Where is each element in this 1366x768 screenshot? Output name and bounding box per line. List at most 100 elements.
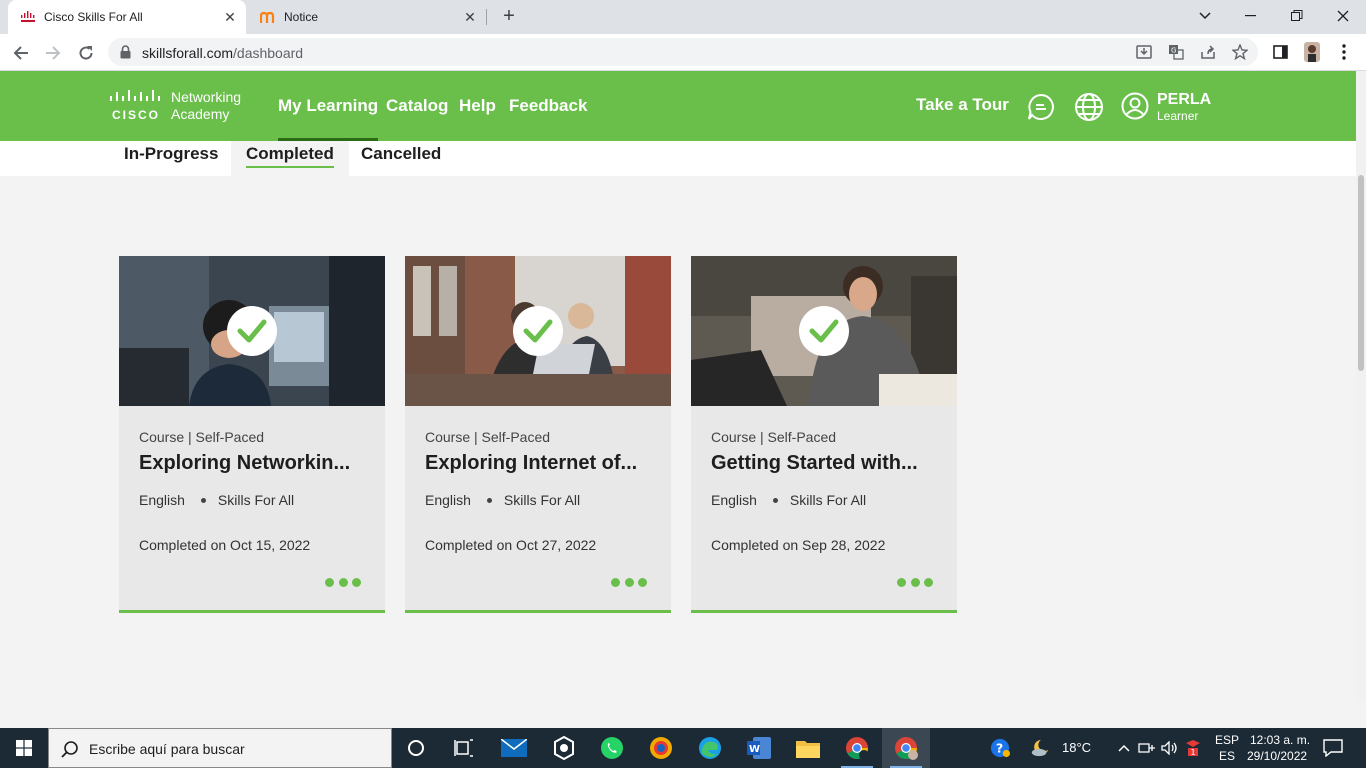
svg-text:?: ? (996, 741, 1003, 756)
install-app-icon[interactable] (1134, 43, 1154, 61)
keyboard-layout[interactable]: ES (1219, 749, 1235, 763)
cisco-networking-academy-logo[interactable]: CISCO Networking Academy (109, 89, 249, 125)
nav-catalog[interactable]: Catalog (386, 71, 448, 141)
search-icon (61, 740, 79, 763)
course-language-provider: English Skills For All (139, 492, 295, 508)
tab-cancelled[interactable]: Cancelled (346, 141, 456, 176)
show-hidden-icons-chevron-icon[interactable] (1114, 738, 1134, 758)
address-bar[interactable]: skillsforall.com/dashboard G (108, 38, 1258, 66)
cortana-icon[interactable] (392, 728, 440, 768)
clock-date[interactable]: 29/10/2022 (1247, 749, 1307, 763)
take-a-tour-link[interactable]: Take a Tour (916, 95, 1009, 115)
nav-my-learning[interactable]: My Learning (278, 71, 379, 141)
completed-check-icon (799, 306, 849, 356)
antivirus-icon[interactable]: 1 (1183, 738, 1203, 758)
more-options-icon[interactable] (897, 577, 933, 587)
nav-feedback[interactable]: Feedback (509, 71, 587, 141)
user-role: Learner (1157, 109, 1199, 123)
tab-cisco-skills[interactable]: Cisco Skills For All ✕ (8, 0, 246, 34)
cisco-favicon-icon (20, 9, 36, 25)
site-header: CISCO Networking Academy My Learning Cat… (0, 71, 1356, 141)
course-language-provider: English Skills For All (711, 492, 867, 508)
separator-dot (486, 497, 492, 503)
completion-date: Completed on Oct 27, 2022 (425, 537, 597, 553)
weather-moon-icon[interactable] (1030, 738, 1050, 758)
notifications-icon[interactable] (1323, 738, 1343, 758)
svg-text:1: 1 (1191, 748, 1196, 757)
url-text: skillsforall.com/dashboard (142, 45, 304, 61)
chrome-menu-icon[interactable] (1334, 42, 1354, 62)
cisco-bars-icon (110, 90, 160, 101)
search-placeholder: Escribe aquí para buscar (89, 741, 245, 757)
whatsapp-icon[interactable] (588, 728, 636, 768)
cisco-wordmark: CISCO (112, 108, 161, 122)
volume-icon[interactable] (1160, 738, 1180, 758)
learning-status-tabs: In-Progress Completed Cancelled (0, 141, 1356, 176)
globe-icon[interactable] (1074, 92, 1104, 122)
network-icon[interactable] (1137, 738, 1157, 758)
close-tab-icon[interactable]: ✕ (462, 9, 478, 25)
course-type: Course | Self-Paced (425, 429, 551, 445)
translate-icon[interactable]: G (1166, 43, 1186, 61)
course-card[interactable]: Course | Self-Paced Exploring Networkin.… (119, 256, 385, 613)
more-options-icon[interactable] (611, 577, 647, 587)
chrome-profile-icon[interactable] (882, 728, 930, 768)
new-tab-icon[interactable]: + (498, 5, 520, 27)
scrollbar-thumb[interactable] (1358, 175, 1364, 371)
course-card[interactable]: Course | Self-Paced Exploring Internet o… (405, 256, 671, 613)
restore-icon[interactable] (1284, 4, 1310, 28)
active-tab-underline (246, 166, 334, 168)
minimize-icon[interactable] (1238, 4, 1264, 28)
weather-temperature[interactable]: 18°C (1062, 740, 1091, 755)
course-language-provider: English Skills For All (425, 492, 581, 508)
taskbar-search-input[interactable]: Escribe aquí para buscar (48, 728, 392, 768)
nav-help[interactable]: Help (459, 71, 496, 141)
close-window-icon[interactable] (1330, 4, 1356, 28)
tab-notice[interactable]: Notice ✕ (248, 0, 486, 34)
lock-icon[interactable] (120, 45, 131, 64)
mail-icon[interactable] (490, 728, 538, 768)
course-title[interactable]: Getting Started with... (711, 452, 918, 475)
forward-arrow-icon[interactable] (40, 40, 66, 66)
course-title[interactable]: Exploring Networkin... (139, 452, 350, 475)
more-options-icon[interactable] (325, 577, 361, 587)
close-tab-icon[interactable]: ✕ (222, 9, 238, 25)
share-icon[interactable] (1198, 43, 1218, 61)
browser-toolbar: skillsforall.com/dashboard G (0, 34, 1366, 71)
github-desktop-icon[interactable] (540, 728, 588, 768)
word-icon[interactable]: W (735, 728, 783, 768)
user-avatar-icon[interactable] (1121, 92, 1151, 122)
course-card[interactable]: Course | Self-Paced Getting Started with… (691, 256, 957, 613)
course-thumbnail (119, 256, 385, 406)
user-name[interactable]: PERLA (1157, 91, 1211, 109)
side-panel-icon[interactable] (1270, 42, 1290, 62)
back-arrow-icon[interactable] (8, 40, 34, 66)
input-language[interactable]: ESP (1215, 733, 1239, 747)
tab-completed[interactable]: Completed (231, 141, 349, 176)
course-thumbnail (691, 256, 957, 406)
windows-start-icon[interactable] (0, 728, 48, 768)
tab-in-progress[interactable]: In-Progress (109, 141, 233, 176)
bookmark-star-icon[interactable] (1230, 43, 1250, 61)
edge-icon[interactable] (686, 728, 734, 768)
moodle-favicon-icon (260, 9, 276, 25)
browser-tabstrip: Cisco Skills For All ✕ Notice ✕ + (0, 0, 1366, 34)
chrome-icon[interactable] (833, 728, 881, 768)
course-title[interactable]: Exploring Internet of... (425, 452, 637, 475)
file-explorer-icon[interactable] (784, 728, 832, 768)
page-scrollbar[interactable] (1356, 71, 1366, 702)
task-view-icon[interactable] (440, 728, 488, 768)
svg-text:G: G (1171, 47, 1176, 55)
separator-dot (772, 497, 778, 503)
clock-time[interactable]: 12:03 a. m. (1250, 733, 1310, 747)
completion-date: Completed on Sep 28, 2022 (711, 537, 886, 553)
academy-wordmark: Networking Academy (171, 89, 242, 122)
profile-avatar[interactable] (1302, 42, 1322, 62)
tab-search-chevron-icon[interactable] (1192, 4, 1218, 28)
help-icon[interactable]: ? (990, 738, 1010, 758)
separator-dot (200, 497, 206, 503)
chrome-canary-icon[interactable] (637, 728, 685, 768)
tab-divider (486, 9, 487, 25)
reload-icon[interactable] (73, 40, 99, 66)
chat-icon[interactable] (1026, 92, 1056, 122)
